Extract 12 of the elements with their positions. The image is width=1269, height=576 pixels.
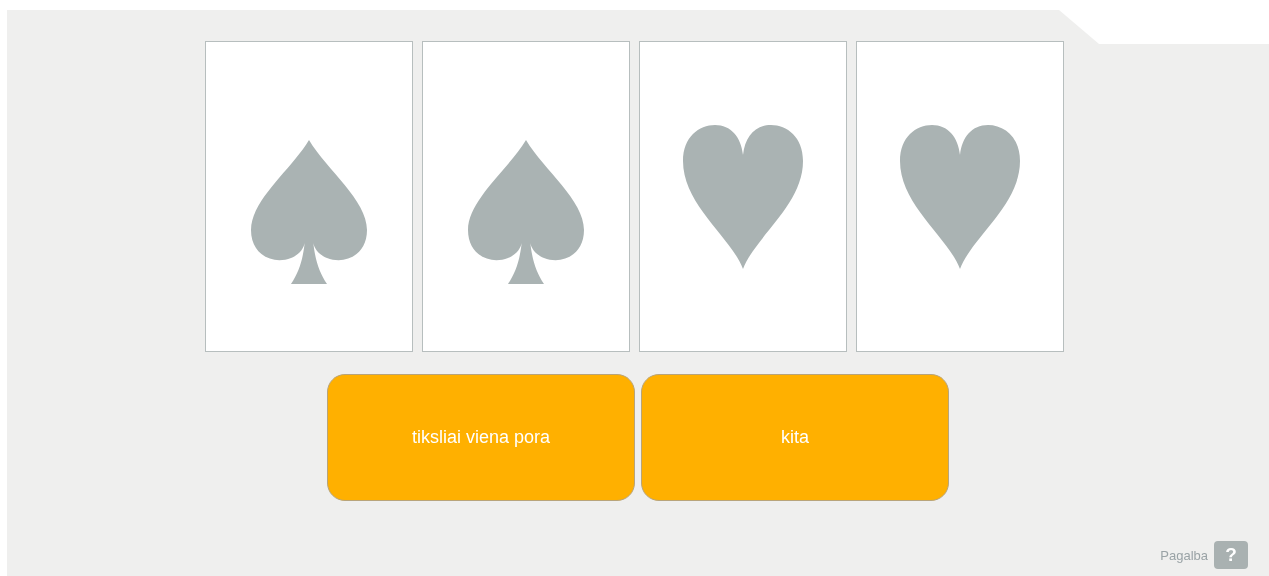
playing-card[interactable] (639, 41, 847, 352)
spade-icon (468, 139, 584, 284)
playing-card[interactable] (856, 41, 1064, 352)
spade-icon (251, 139, 367, 284)
help-button[interactable]: ? (1214, 541, 1248, 569)
playing-card[interactable] (422, 41, 630, 352)
heart-icon (683, 124, 803, 269)
heart-icon (900, 124, 1020, 269)
answer-button[interactable]: kita (641, 374, 949, 501)
help-label[interactable]: Pagalba (1160, 547, 1208, 563)
playing-card[interactable] (205, 41, 413, 352)
answer-button[interactable]: tiksliai viena pora (327, 374, 635, 501)
